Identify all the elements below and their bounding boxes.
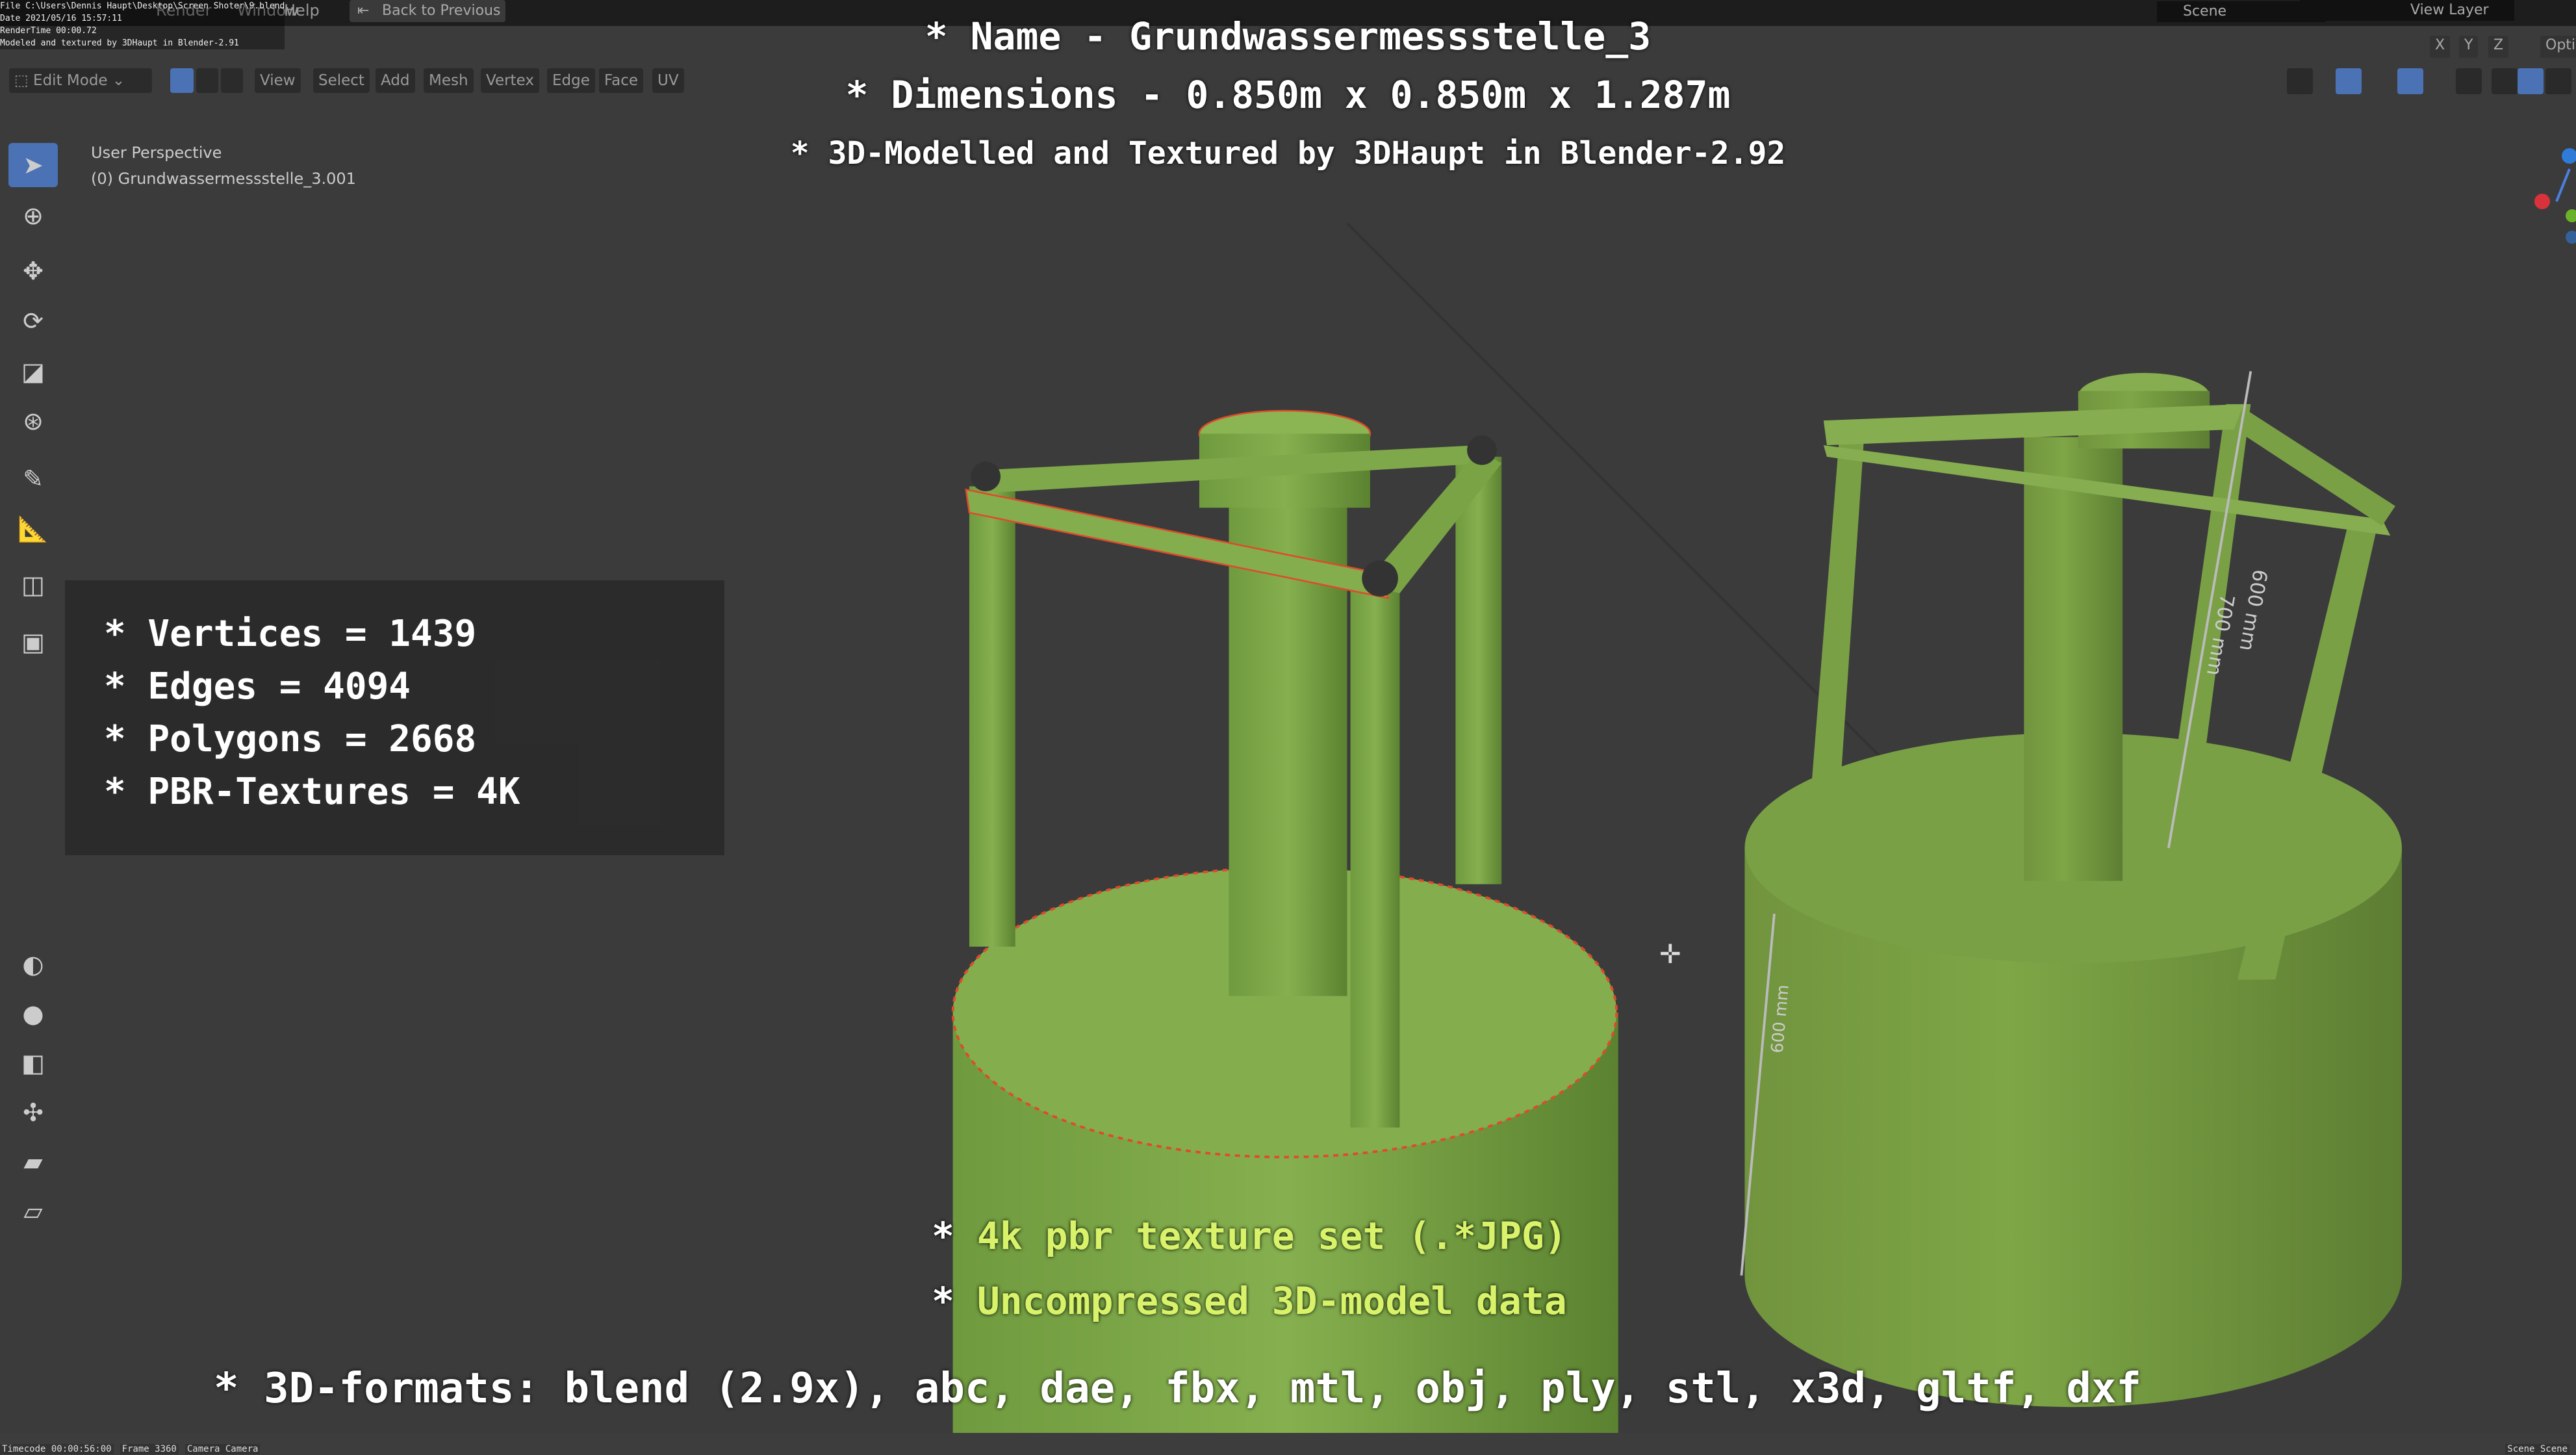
annotate-tool[interactable]: ✎ bbox=[8, 457, 58, 501]
stamp-render-time: RenderTime 00:00.72 bbox=[0, 26, 97, 36]
bullet: * bbox=[932, 1214, 977, 1258]
crosshair-icon: ⊕ bbox=[23, 201, 44, 230]
shrink-icon: ✣ bbox=[23, 1098, 44, 1127]
measure-label-a: 600 mm bbox=[2235, 567, 2271, 652]
spin-icon: ◐ bbox=[22, 950, 44, 979]
pencil-icon: ✎ bbox=[23, 465, 44, 493]
ruler-icon: 📐 bbox=[18, 514, 49, 543]
stamp-file: File C:\Users\Dennis Haupt\Desktop\Scree… bbox=[0, 1, 285, 11]
edge-slide-tool[interactable]: ◧ bbox=[8, 1041, 58, 1085]
texture-note: * 4k pbr texture set (.*JPG) bbox=[932, 1214, 1567, 1258]
move-icon: ✥ bbox=[23, 257, 44, 285]
frame: Frame 3360 bbox=[120, 1444, 179, 1454]
status-stamp: Timecode 00:00:56:00 Frame 3360 Camera Cam… bbox=[0, 1444, 2576, 1455]
mesh-stats-panel: * Vertices = 1439 * Edges = 4094 * Polyg… bbox=[65, 580, 724, 855]
cube-icon: ◫ bbox=[21, 571, 45, 599]
stamp-credit: Modeled and textured by 3DHaupt in Blend… bbox=[0, 38, 239, 48]
edge-slide-icon: ◧ bbox=[21, 1049, 45, 1077]
extrude-tool[interactable]: ▣ bbox=[8, 620, 58, 664]
add-cube-tool[interactable]: ◫ bbox=[8, 563, 58, 607]
stat-polygons: * Polygons = 2668 bbox=[104, 718, 477, 760]
texture-text: 4k pbr texture set (.*JPG) bbox=[976, 1214, 1567, 1258]
rotate-icon: ⟳ bbox=[23, 307, 44, 335]
formats-note: * 3D-formats: blend (2.9x), abc, dae, fb… bbox=[214, 1365, 2141, 1413]
uncompressed-note: * Uncompressed 3D-model data bbox=[932, 1279, 1567, 1323]
measure-tool[interactable]: 📐 bbox=[8, 507, 58, 551]
overlay-dimensions: * Dimensions - 0.850m x 0.850m x 1.287m bbox=[845, 73, 1731, 117]
overlay-name: * Name - Grundwassermessstelle_3 bbox=[925, 14, 1651, 58]
overlay-modelled: * 3D-Modelled and Textured by 3DHaupt in… bbox=[790, 135, 1786, 172]
smooth-tool[interactable]: ● bbox=[8, 992, 58, 1036]
bullet: * bbox=[932, 1279, 977, 1323]
stamp-date: Date 2021/05/16 15:57:11 bbox=[0, 14, 122, 23]
move-tool[interactable]: ✥ bbox=[8, 249, 58, 293]
uncompressed-text: Uncompressed 3D-model data bbox=[976, 1279, 1567, 1323]
3d-cursor-icon[interactable]: ✛ bbox=[1659, 938, 1681, 970]
cursor-tool[interactable]: ⊕ bbox=[8, 194, 58, 238]
rotate-tool[interactable]: ⟳ bbox=[8, 299, 58, 343]
shrink-fatten-tool[interactable]: ✣ bbox=[8, 1090, 58, 1135]
transform-tool[interactable]: ⊛ bbox=[8, 399, 58, 443]
sphere-icon: ● bbox=[22, 999, 44, 1028]
extrude-icon: ▣ bbox=[21, 628, 45, 656]
shear-icon: ▰ bbox=[23, 1148, 43, 1176]
transform-icon: ⊛ bbox=[23, 407, 44, 435]
rip-icon: ▱ bbox=[23, 1197, 43, 1226]
shear-tool[interactable]: ▰ bbox=[8, 1140, 58, 1184]
stat-textures: * PBR-Textures = 4K bbox=[104, 771, 520, 813]
render-stamp: File C:\Users\Dennis Haupt\Desktop\Scree… bbox=[0, 0, 285, 49]
camera: Camera Camera bbox=[185, 1444, 261, 1454]
scale-icon: ◪ bbox=[21, 357, 45, 386]
stat-vertices: * Vertices = 1439 bbox=[104, 613, 477, 655]
scene-stamp: Scene Scene bbox=[2505, 1444, 2570, 1454]
rip-tool[interactable]: ▱ bbox=[8, 1189, 58, 1233]
textured-model bbox=[1740, 370, 2402, 1408]
timecode: Timecode 00:00:56:00 bbox=[0, 1444, 114, 1454]
spin-tool[interactable]: ◐ bbox=[8, 942, 58, 986]
scale-tool[interactable]: ◪ bbox=[8, 350, 58, 394]
stat-edges: * Edges = 4094 bbox=[104, 665, 411, 708]
